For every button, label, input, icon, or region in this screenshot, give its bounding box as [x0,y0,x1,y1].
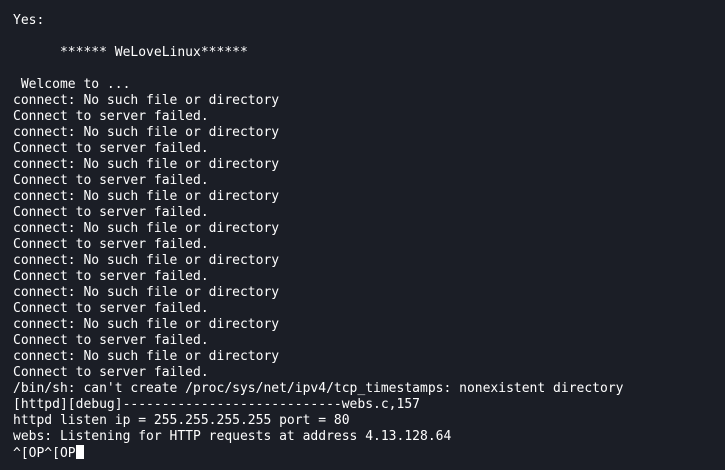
terminal-line-webs-listening: webs: Listening for HTTP requests at add… [13,429,452,444]
terminal-line-output: connect: No such file or directory [13,253,280,268]
terminal-window[interactable]: Yes: ****** WeLoveLinux****** Welcome to… [0,0,725,470]
terminal-line-welcome: Welcome to ... [13,77,131,92]
terminal-line-output: Connect to server failed. [13,141,209,156]
terminal-line-output: connect: No such file or directory [13,157,280,172]
terminal-line-output: Connect to server failed. [13,365,209,380]
block-cursor-icon [75,445,84,459]
terminal-input-text: ^[OP^[OP [13,446,76,461]
terminal-line-output: Connect to server failed. [13,269,209,284]
terminal-line-output: Connect to server failed. [13,237,209,252]
terminal-line-output: connect: No such file or directory [13,125,280,140]
terminal-line-output: Connect to server failed. [13,109,209,124]
terminal-line-output: connect: No such file or directory [13,221,280,236]
terminal-line-httpd-debug: [httpd][debug]--------------------------… [13,397,420,412]
terminal-line-yes: Yes: [13,13,45,28]
terminal-line-output: connect: No such file or directory [13,189,280,204]
terminal-line-output: connect: No such file or directory [13,285,280,300]
terminal-line-output: Connect to server failed. [13,173,209,188]
terminal-line-output: connect: No such file or directory [13,317,280,332]
terminal-line-output: connect: No such file or directory [13,349,280,364]
terminal-line-banner: ****** WeLoveLinux****** [13,45,248,60]
terminal-line-output: Connect to server failed. [13,205,209,220]
terminal-input-line[interactable]: ^[OP^[OP [13,445,84,462]
terminal-line-output: Connect to server failed. [13,301,209,316]
terminal-line-httpd-listen: httpd listen ip = 255.255.255.255 port =… [13,413,350,428]
terminal-line-output: Connect to server failed. [13,333,209,348]
terminal-line-sh-error: /bin/sh: can't create /proc/sys/net/ipv4… [13,381,624,396]
terminal-line-output: connect: No such file or directory [13,93,280,108]
